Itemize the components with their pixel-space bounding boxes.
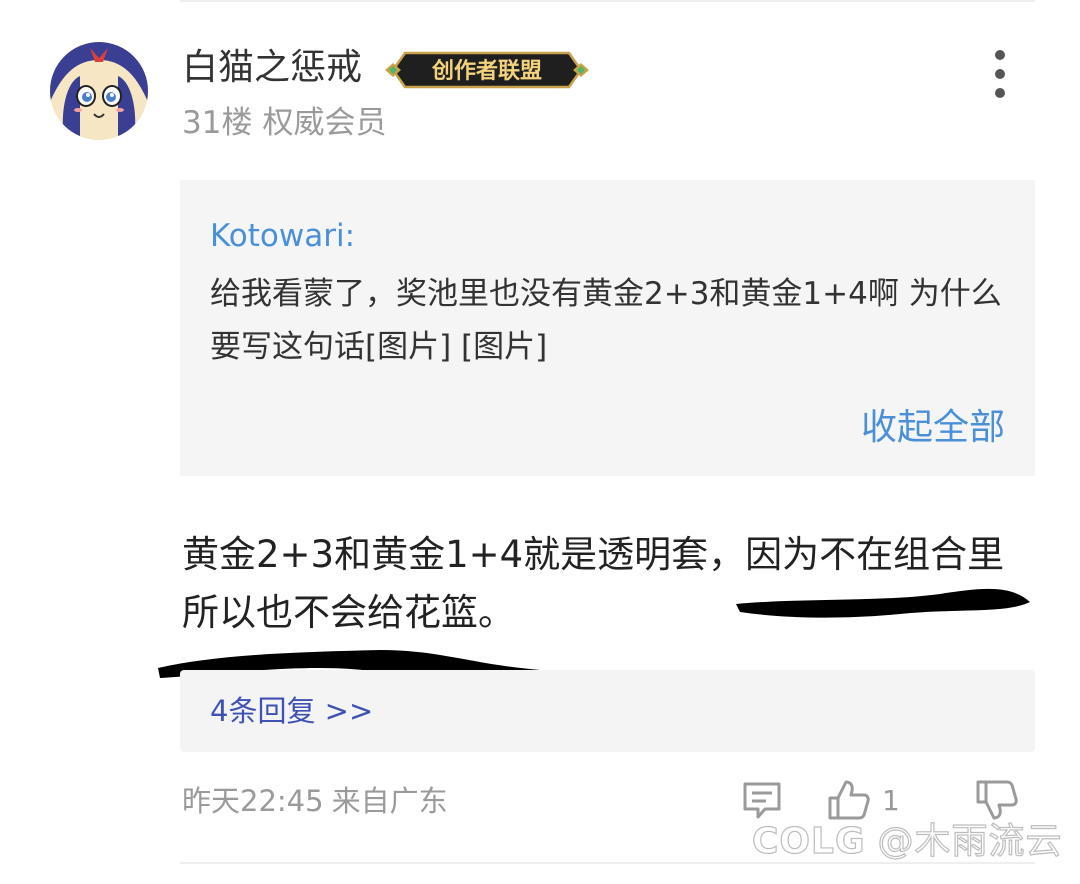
floor-meta: 31楼 权威会员 — [182, 102, 386, 144]
quoted-reply: Kotowari: 给我看蒙了，奖池里也没有黄金2+3和黄金1+4啊 为什么要写… — [180, 180, 1035, 476]
top-divider — [180, 0, 1035, 2]
username[interactable]: 白猫之惩戒 — [182, 44, 362, 92]
creator-badge[interactable]: 创作者联盟 — [383, 49, 591, 91]
collapse-all-button[interactable]: 收起全部 — [861, 404, 1005, 452]
more-vertical-icon — [995, 50, 1005, 60]
more-vertical-icon — [995, 69, 1005, 79]
badge-label: 创作者联盟 — [431, 59, 542, 84]
avatar-image — [50, 42, 148, 140]
badge-frame-icon: 创作者联盟 — [385, 51, 589, 89]
watermark-user: @木雨流云 — [877, 820, 1063, 862]
comment-icon — [743, 782, 781, 819]
dislike-button[interactable] — [974, 778, 1020, 822]
watermark: COLG @木雨流云 — [751, 818, 1063, 866]
post-location: 来自广东 — [331, 784, 448, 818]
floor-number: 31楼 — [182, 105, 253, 141]
view-replies-link[interactable]: 4条回复 >> — [210, 690, 373, 732]
bottom-divider — [180, 862, 1035, 864]
avatar[interactable] — [50, 42, 148, 140]
post-meta: 昨天22:45 来自广东 — [182, 780, 448, 822]
like-button[interactable]: 1 — [826, 778, 900, 822]
more-options-button[interactable] — [984, 50, 1016, 98]
more-vertical-icon — [995, 88, 1005, 98]
post-time: 昨天22:45 — [182, 784, 324, 818]
member-level: 权威会员 — [262, 105, 387, 141]
comment-content: 黄金2+3和黄金1+4就是透明套，因为不在组合里所以也不会给花篮。 — [182, 533, 1005, 634]
thumbs-up-icon — [828, 780, 870, 820]
replies-preview[interactable]: 4条回复 >> — [180, 670, 1035, 752]
comment-button[interactable] — [740, 778, 784, 822]
thumbs-down-icon — [976, 780, 1018, 820]
quote-author[interactable]: Kotowari: — [210, 214, 355, 258]
like-count: 1 — [882, 783, 900, 817]
quote-text: 给我看蒙了，奖池里也没有黄金2+3和黄金1+4啊 为什么要写这句话[图片] [图… — [210, 276, 1002, 365]
watermark-brand: COLG — [751, 820, 866, 862]
